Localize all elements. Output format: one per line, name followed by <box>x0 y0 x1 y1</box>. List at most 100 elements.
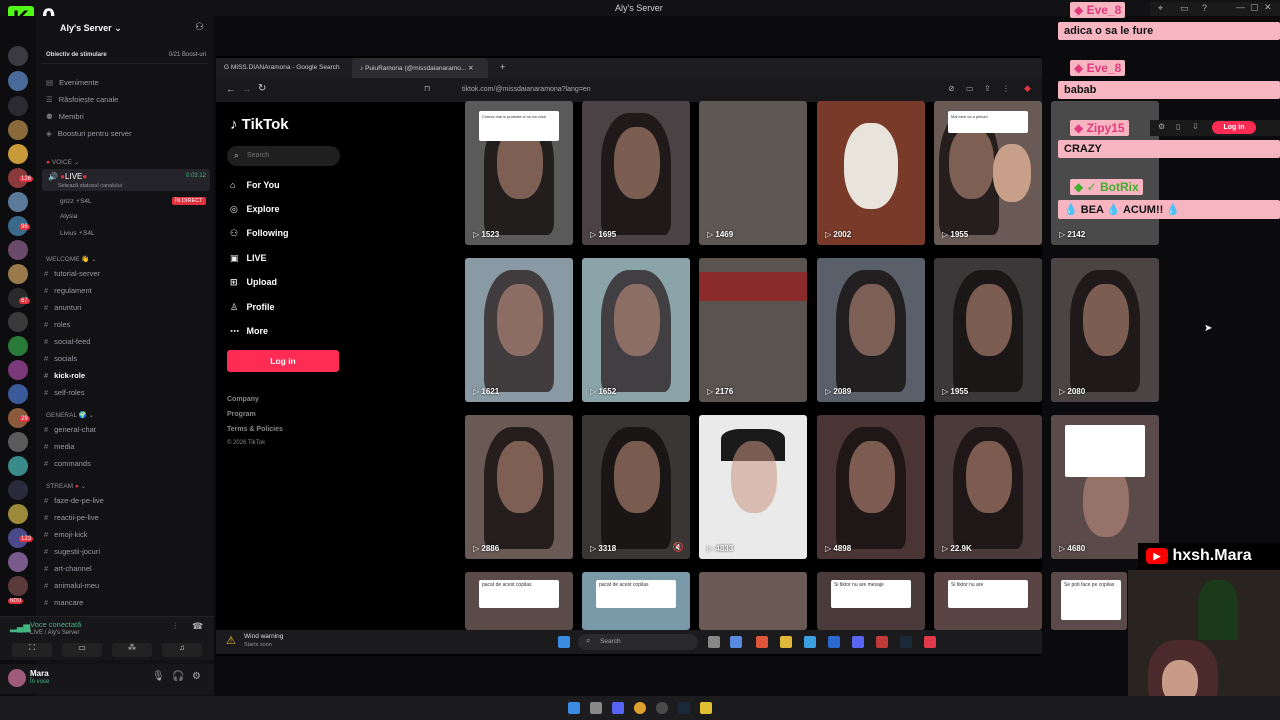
video-thumbnail[interactable]: ▷ 1695 <box>582 101 690 245</box>
video-thumbnail[interactable]: ▷ 1652 <box>582 258 690 402</box>
bookmark-icon[interactable]: ⊓ <box>424 84 430 93</box>
server-icon[interactable] <box>8 240 28 260</box>
channel-item[interactable]: # tutorial-server <box>44 269 100 278</box>
copilot-icon[interactable] <box>730 636 742 648</box>
server-icon[interactable] <box>8 96 28 116</box>
channel-item[interactable]: # animalul-meu <box>44 581 99 590</box>
voice-user[interactable]: Alysia <box>60 213 77 220</box>
extension-icon[interactable]: ⊘ <box>948 84 955 93</box>
video-thumbnail[interactable]: ▷ 2176 <box>699 258 807 402</box>
channel-item[interactable]: # faze-de-pe-live <box>44 496 104 505</box>
server-icon[interactable] <box>8 456 28 476</box>
new-tab-button[interactable]: + <box>492 58 513 78</box>
channel-item[interactable]: # roles <box>44 320 70 329</box>
taskview-icon[interactable] <box>590 702 602 714</box>
chat-login-button[interactable]: Log in <box>1212 121 1256 134</box>
channel-item[interactable]: # media <box>44 442 75 451</box>
windows-start-icon[interactable] <box>568 702 580 714</box>
taskbar-search-input[interactable]: ⌕ Search <box>578 634 698 650</box>
discord-icon[interactable] <box>852 636 864 648</box>
video-thumbnail[interactable]: ▷ 3318 🔇 <box>582 415 690 559</box>
video-thumbnail[interactable]: Mai bine ca a plecat! ▷ 1955 <box>934 101 1042 245</box>
server-icon[interactable] <box>8 46 28 66</box>
video-thumbnail[interactable]: Si tiktor nu are <box>934 572 1042 630</box>
video-thumbnail[interactable]: ▷ 2089 <box>817 258 925 402</box>
menu-browse-channels[interactable]: ☰ Răsfoiește canale <box>46 95 118 104</box>
microphone-icon[interactable]: 🎙 <box>152 671 165 682</box>
video-thumbnail[interactable]: Cineva mai si proteste si nu ea voce ▷ 1… <box>465 101 573 245</box>
tiktok-search-input[interactable]: ⌕ Search <box>227 146 340 166</box>
server-icon[interactable] <box>8 71 28 91</box>
channel-item[interactable]: # commands <box>44 459 91 468</box>
mute-icon[interactable]: 🔇 <box>673 542 684 553</box>
channel-item[interactable]: # reactii-pe-live <box>44 513 99 522</box>
soundboard-button[interactable]: ♫ <box>162 643 202 657</box>
category-voice[interactable]: ● VOICE ⌄ <box>46 158 79 166</box>
channel-item[interactable]: # socials <box>44 354 77 363</box>
video-thumbnail[interactable]: pacat de acest copilas <box>465 572 573 630</box>
screenshare-button[interactable]: ▭ <box>62 643 102 657</box>
nav-live[interactable]: ▣ LIVE <box>230 253 267 264</box>
brave-shield-icon[interactable]: ◆ <box>1024 83 1031 94</box>
server-icon[interactable] <box>8 264 28 284</box>
noise-suppression-icon[interactable]: ⫶ <box>174 621 176 632</box>
video-thumbnail[interactable]: ▷ 1621 <box>465 258 573 402</box>
share-icon[interactable]: ⇪ <box>984 84 991 93</box>
category-stream[interactable]: STREAM ● ⌄ <box>46 482 86 490</box>
app-icon[interactable] <box>924 636 936 648</box>
steam-icon[interactable] <box>678 702 690 714</box>
files-icon[interactable] <box>780 636 792 648</box>
channel-item[interactable]: # sugestii-jocuri <box>44 547 100 556</box>
minimize-icon[interactable]: — <box>1236 2 1245 12</box>
video-thumbnail[interactable]: Si tiktor nu are mesaje <box>817 572 925 630</box>
server-icon[interactable] <box>8 576 28 596</box>
video-thumbnail[interactable]: ▷ 1955 <box>934 258 1042 402</box>
server-icon[interactable] <box>8 360 28 380</box>
forward-icon[interactable]: → <box>242 84 251 94</box>
video-thumbnail[interactable]: Se poti face pe copilas <box>1051 572 1127 630</box>
close-icon[interactable]: ✕ <box>1264 2 1272 13</box>
chrome-icon[interactable] <box>634 702 646 714</box>
video-thumbnail[interactable]: pacat de acest copilas <box>582 572 690 630</box>
avatar[interactable] <box>8 669 26 687</box>
video-thumbnail[interactable]: ▷ 1469 <box>699 101 807 245</box>
server-icon[interactable] <box>8 480 28 500</box>
app-icon[interactable] <box>700 702 712 714</box>
help-icon[interactable]: ? <box>1202 3 1207 13</box>
video-thumbnail[interactable]: ▷ 2080 <box>1051 258 1159 402</box>
footer-terms[interactable]: Terms & Policies <box>227 426 283 433</box>
server-icon[interactable] <box>8 336 28 356</box>
server-name[interactable]: Aly's Server ⌄ <box>60 23 122 34</box>
login-button[interactable]: Log in <box>227 350 339 372</box>
taskview-icon[interactable] <box>708 636 720 648</box>
obs-icon[interactable] <box>876 636 888 648</box>
video-thumbnail[interactable]: ▷ 4898 <box>817 415 925 559</box>
disconnect-icon[interactable]: ☎ <box>192 621 203 632</box>
discord-icon[interactable] <box>612 702 624 714</box>
channel-item[interactable]: # social-feed <box>44 337 90 346</box>
edge-icon[interactable] <box>828 636 840 648</box>
steam-icon[interactable] <box>900 636 912 648</box>
server-icon[interactable] <box>8 120 28 140</box>
nav-following[interactable]: ⚇ Following <box>230 228 289 239</box>
video-thumbnail[interactable]: ▷ 4680 <box>1051 415 1159 559</box>
live-channel[interactable]: 🔊 ●LIVE● 0:03:12 Setează statusul canalu… <box>42 169 210 191</box>
server-icon[interactable] <box>8 192 28 212</box>
server-icon[interactable] <box>8 504 28 524</box>
inbox-icon[interactable]: ▭ <box>1180 3 1189 14</box>
settings-icon[interactable]: ⚙ <box>1158 122 1165 131</box>
nav-profile[interactable]: ♙ Profile <box>230 302 275 313</box>
nav-more[interactable]: ⋯ More <box>230 326 268 337</box>
video-button[interactable]: ⛶ <box>12 643 52 657</box>
activities-button[interactable]: ⁂ <box>112 643 152 657</box>
channel-status[interactable]: Setează statusul canalului <box>58 183 122 189</box>
menu-members[interactable]: ⚉ Membri <box>46 112 84 121</box>
tiktok-logo[interactable]: ♪ TikTok <box>230 116 289 133</box>
nav-upload[interactable]: ⊞ Upload <box>230 277 277 288</box>
settings-gear-icon[interactable]: ⚙ <box>192 671 201 682</box>
reload-icon[interactable]: ↻ <box>258 83 266 94</box>
channel-item[interactable]: # regulament <box>44 286 92 295</box>
voice-user[interactable]: Livius ⚡S4L <box>60 229 95 237</box>
channel-item[interactable]: # self-roles <box>44 388 85 397</box>
server-icon[interactable] <box>8 432 28 452</box>
